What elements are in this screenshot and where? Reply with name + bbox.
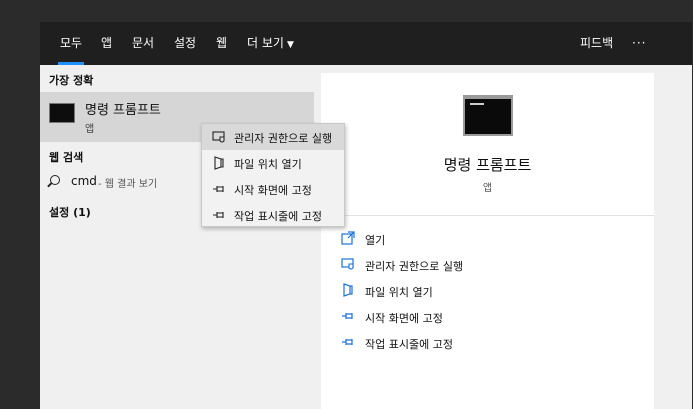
tab-label: 웹	[216, 36, 228, 50]
top-bar: 모두 앱 문서 설정 웹 더 보기 ▼ 피드백 ···	[40, 22, 692, 65]
command-prompt-icon	[49, 103, 75, 123]
context-open-file-location[interactable]: 파일 위치 열기	[202, 150, 344, 176]
shield-run-icon	[212, 130, 226, 144]
command-prompt-large-icon	[463, 95, 513, 136]
action-label: 시작 화면에 고정	[365, 312, 443, 325]
ellipsis-icon: ···	[632, 36, 647, 50]
tab-label: 문서	[132, 36, 155, 50]
best-match-type: 앱	[85, 124, 95, 135]
context-label: 파일 위치 열기	[234, 158, 302, 171]
shield-run-icon	[341, 257, 357, 271]
best-match-heading: 가장 정확	[49, 74, 94, 87]
action-label: 파일 위치 열기	[365, 286, 433, 299]
pin-icon	[341, 309, 357, 323]
context-pin-to-start[interactable]: 시작 화면에 고정	[202, 176, 344, 202]
search-window: 모두 앱 문서 설정 웹 더 보기 ▼ 피드백 ··· 가장 정확 명령 프롬프트…	[40, 22, 692, 409]
pin-icon	[212, 208, 226, 222]
tab-documents[interactable]: 문서	[132, 22, 154, 65]
tab-apps[interactable]: 앱	[101, 22, 112, 65]
tab-label: 설정	[174, 36, 197, 50]
tab-settings[interactable]: 설정	[174, 22, 196, 65]
web-search-suffix: - 웹 결과 보기	[98, 179, 158, 190]
more-options-button[interactable]: ···	[632, 22, 646, 65]
tab-label: 모두	[60, 36, 83, 50]
best-match-name: 명령 프롬프트	[85, 103, 161, 118]
tab-label: 앱	[101, 36, 113, 50]
tab-label: 더 보기	[247, 36, 284, 50]
pin-icon	[341, 335, 357, 349]
context-label: 관리자 권한으로 실행	[234, 132, 333, 145]
context-label: 시작 화면에 고정	[234, 184, 312, 197]
context-pin-to-taskbar[interactable]: 작업 표시줄에 고정	[202, 202, 344, 228]
divider	[321, 215, 654, 216]
preview-app-type: 앱	[482, 183, 493, 194]
context-menu: 관리자 권한으로 실행 파일 위치 열기 시작 화면에 고정 작업 표시줄에 고…	[201, 123, 345, 227]
folder-location-icon	[341, 283, 357, 297]
pin-icon	[212, 182, 226, 196]
feedback-label: 피드백	[580, 36, 614, 50]
caret-down-icon: ▼	[286, 40, 294, 50]
tab-web[interactable]: 웹	[216, 22, 227, 65]
preview-pane: 명령 프롬프트 앱 열기 관리자 권한으로 실행 파일 위치 열기 시작 화면에…	[321, 73, 654, 409]
search-icon	[50, 175, 60, 185]
preview-app-name: 명령 프롬프트	[443, 156, 532, 174]
folder-location-icon	[212, 156, 226, 170]
results-pane: 가장 정확 명령 프롬프트 앱 웹 검색 cmd - 웹 결과 보기 설정 (1…	[40, 65, 314, 409]
action-label: 관리자 권한으로 실행	[365, 260, 464, 273]
tab-more[interactable]: 더 보기 ▼	[247, 22, 294, 65]
web-search-heading: 웹 검색	[49, 151, 84, 164]
tab-all[interactable]: 모두	[57, 22, 85, 65]
action-label: 작업 표시줄에 고정	[365, 338, 453, 351]
open-icon	[341, 231, 357, 245]
feedback-button[interactable]: 피드백	[580, 22, 613, 65]
web-search-query: cmd	[71, 174, 97, 188]
context-label: 작업 표시줄에 고정	[234, 210, 322, 223]
settings-heading[interactable]: 설정 (1)	[49, 204, 91, 220]
action-label: 열기	[365, 234, 386, 247]
context-run-as-admin[interactable]: 관리자 권한으로 실행	[202, 124, 344, 150]
